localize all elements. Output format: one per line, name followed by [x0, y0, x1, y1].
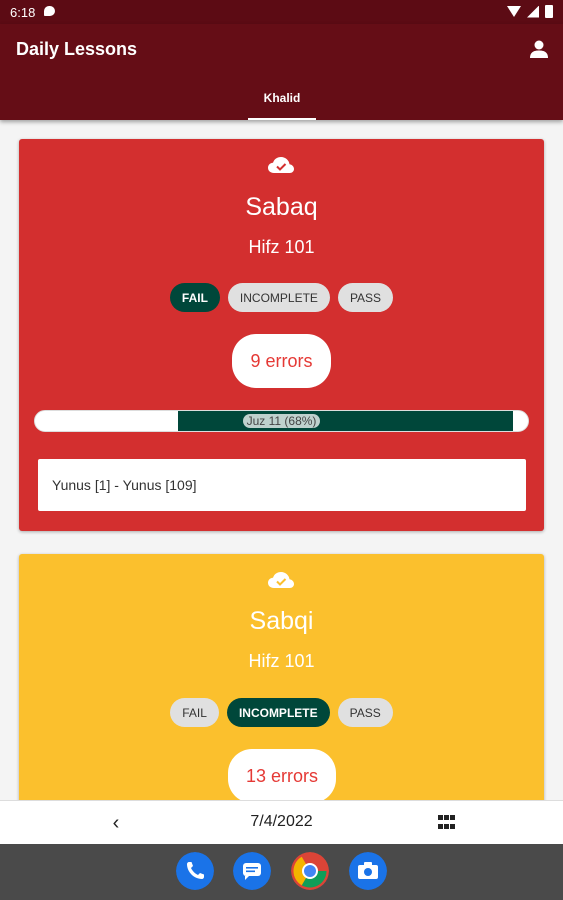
tab-label: Khalid — [263, 91, 301, 105]
tab-khalid[interactable]: Khalid — [248, 84, 316, 120]
lesson-card-sabaq: Sabaq Hifz 101 FAIL INCOMPLETE PASS 9 er… — [19, 139, 544, 531]
lesson-card-sabqi: Sabqi Hifz 101 FAIL INCOMPLETE PASS 13 e… — [19, 554, 544, 800]
signal-icon — [527, 5, 539, 18]
date-label[interactable]: 7/4/2022 — [0, 813, 563, 831]
camera-icon[interactable] — [349, 852, 387, 890]
cloud-done-icon — [268, 572, 294, 588]
errors-button[interactable]: 13 errors — [228, 749, 336, 800]
app-dock — [0, 844, 563, 900]
cloud-done-icon — [268, 157, 294, 173]
status-chips: FAIL INCOMPLETE PASS — [19, 283, 544, 312]
grid-icon[interactable] — [438, 815, 456, 831]
status-bar: 6:18 — [0, 0, 563, 24]
lesson-subtitle: Hifz 101 — [248, 651, 315, 671]
messages-icon[interactable] — [233, 852, 271, 890]
status-icons — [507, 5, 553, 18]
lesson-title: Sabaq — [245, 193, 318, 221]
incomplete-chip[interactable]: INCOMPLETE — [226, 698, 330, 727]
progress-label: Juz 11 (68%) — [35, 414, 528, 428]
ayah-range-field[interactable]: Yunus [1] - Yunus [109] — [38, 459, 526, 511]
status-time: 6:18 — [10, 5, 36, 20]
chrome-icon[interactable] — [291, 852, 329, 890]
battery-icon — [545, 5, 553, 18]
pass-chip[interactable]: PASS — [337, 698, 393, 727]
bottom-nav: ‹ 7/4/2022 — [0, 800, 563, 844]
lesson-list[interactable]: Sabaq Hifz 101 FAIL INCOMPLETE PASS 9 er… — [0, 120, 563, 800]
fail-chip[interactable]: FAIL — [170, 698, 219, 727]
lesson-subtitle: Hifz 101 — [248, 237, 315, 257]
pass-chip[interactable]: PASS — [337, 283, 394, 312]
status-chips: FAIL INCOMPLETE PASS — [19, 698, 544, 727]
person-icon[interactable] — [529, 39, 549, 59]
lesson-title: Sabqi — [249, 607, 314, 635]
phone-icon[interactable] — [176, 852, 214, 890]
errors-button[interactable]: 9 errors — [232, 334, 331, 388]
incomplete-chip[interactable]: INCOMPLETE — [227, 283, 330, 312]
juz-progress-bar: Juz 11 (68%) — [34, 410, 529, 432]
message-notification-icon — [44, 6, 55, 16]
fail-chip[interactable]: FAIL — [169, 283, 220, 312]
wifi-icon — [507, 6, 521, 17]
app-bar: Daily Lessons Khalid — [0, 24, 563, 120]
page-title: Daily Lessons — [16, 39, 138, 59]
